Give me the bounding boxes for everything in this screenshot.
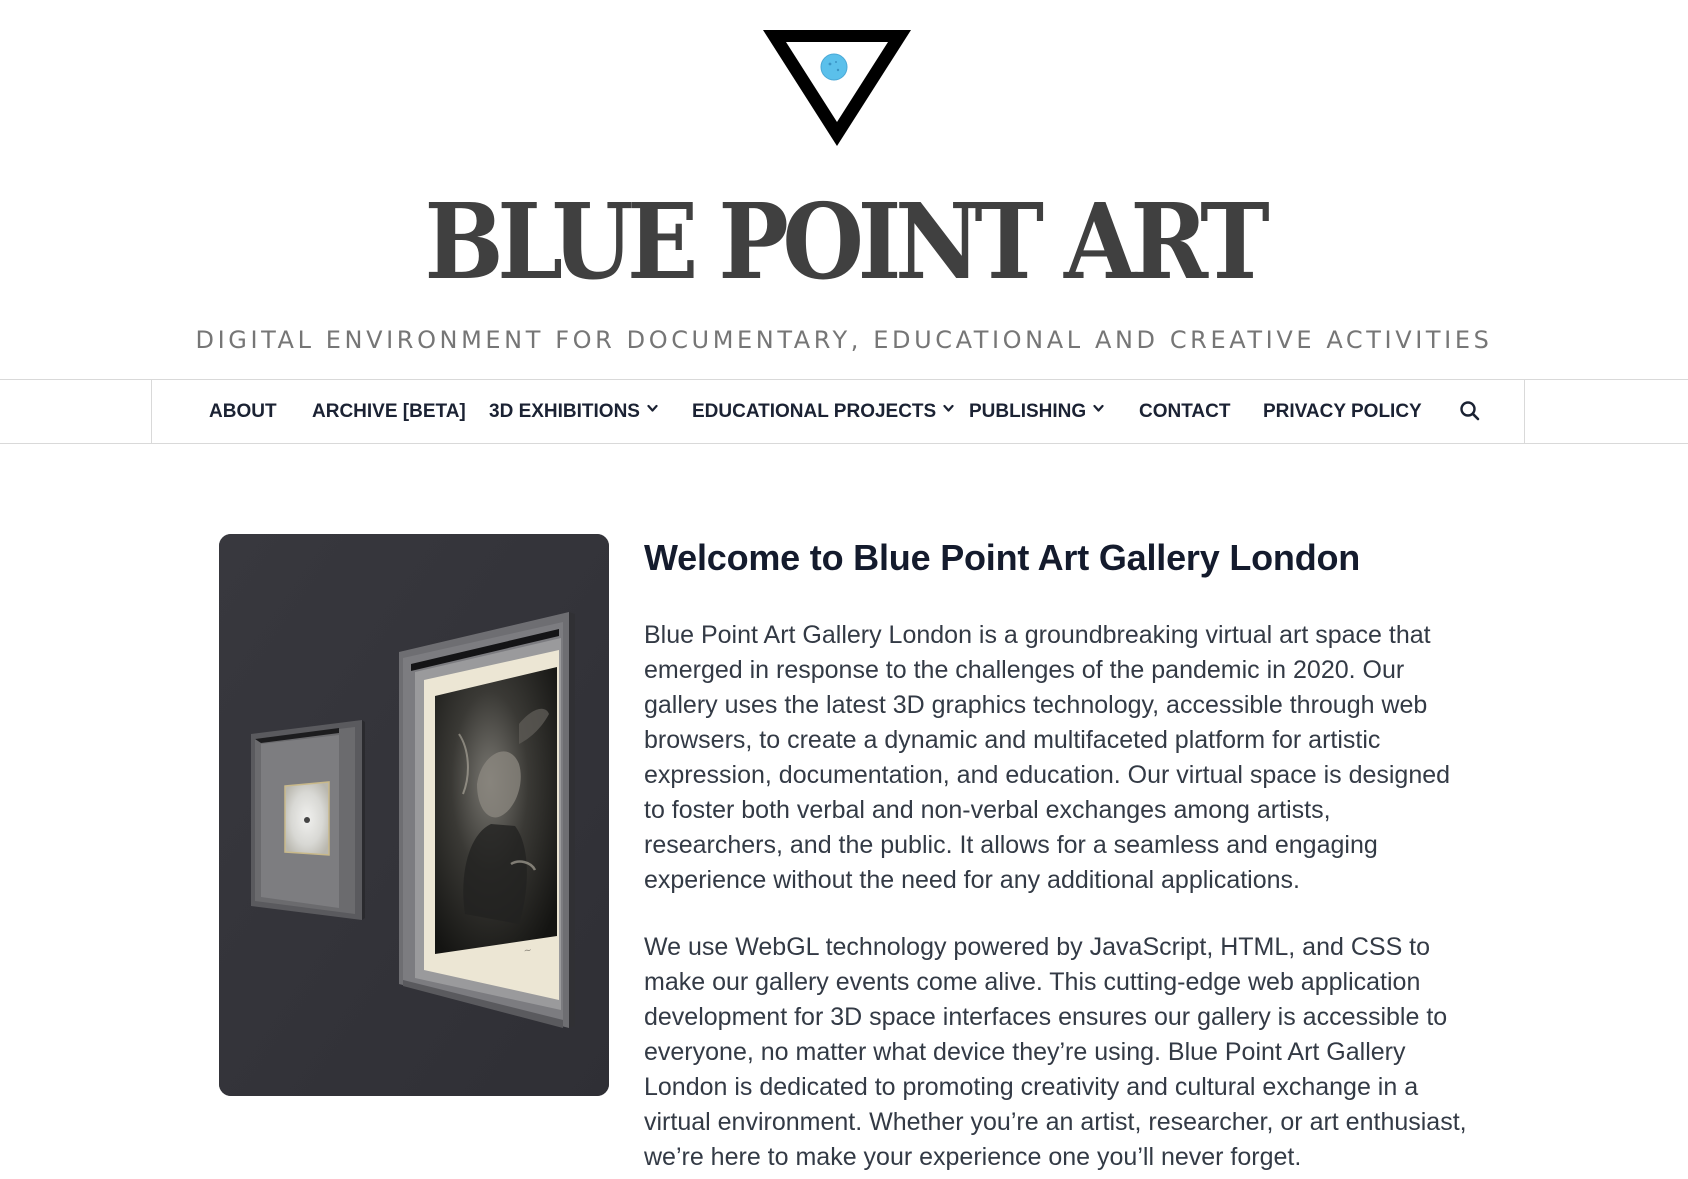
- inverted-triangle-logo-icon: [763, 30, 911, 146]
- site-tagline: DIGITAL ENVIRONMENT FOR DOCUMENTARY, EDU…: [195, 326, 1493, 354]
- chevron-down-icon: [1093, 404, 1104, 413]
- nav-item-label: PUBLISHING: [969, 401, 1087, 422]
- nav-item-privacy-policy[interactable]: PRIVACY POLICY: [1263, 380, 1422, 443]
- nav-item-label: ABOUT: [209, 401, 277, 422]
- chevron-down-icon: [647, 404, 658, 413]
- article-paragraph: We use WebGL technology powered by JavaS…: [644, 933, 1467, 1171]
- nav-item-label: PRIVACY POLICY: [1263, 401, 1422, 422]
- svg-text:~: ~: [523, 945, 533, 957]
- search-icon: [1460, 401, 1480, 421]
- nav-item-archive[interactable]: ARCHIVE [BETA]: [312, 380, 466, 443]
- welcome-article: Welcome to Blue Point Art Gallery London…: [644, 534, 1474, 1171]
- nav-item-contact[interactable]: CONTACT: [1139, 380, 1230, 443]
- article-title: Welcome to Blue Point Art Gallery London: [644, 537, 1361, 578]
- nav-container: ABOUT ARCHIVE [BETA] 3D EXHIBITIONS EDUC…: [151, 380, 1525, 443]
- main-navigation: ABOUT ARCHIVE [BETA] 3D EXHIBITIONS EDUC…: [0, 379, 1688, 444]
- nav-item-publishing[interactable]: PUBLISHING: [969, 380, 1104, 443]
- site-title[interactable]: BLUE POINT ART: [84, 182, 1603, 302]
- chevron-down-icon: [943, 404, 954, 413]
- site-logo[interactable]: [760, 28, 914, 148]
- virtual-gallery-image[interactable]: ~: [219, 534, 609, 1096]
- article-paragraph: Blue Point Art Gallery London is a groun…: [644, 621, 1451, 894]
- nav-item-label: 3D EXHIBITIONS: [489, 401, 640, 422]
- nav-item-educational-projects[interactable]: EDUCATIONAL PROJECTS: [692, 380, 954, 443]
- nav-item-label: ARCHIVE [BETA]: [312, 401, 466, 422]
- nav-item-about[interactable]: ABOUT: [209, 380, 277, 443]
- nav-item-3d-exhibitions[interactable]: 3D EXHIBITIONS: [489, 380, 658, 443]
- site-header: BLUE POINT ART DIGITAL ENVIRONMENT FOR D…: [0, 0, 1688, 379]
- nav-item-label: CONTACT: [1139, 401, 1231, 422]
- nav-item-label: EDUCATIONAL PROJECTS: [692, 401, 937, 422]
- gallery-3d-frames-icon: ~: [219, 534, 609, 1096]
- search-button[interactable]: [1459, 400, 1481, 422]
